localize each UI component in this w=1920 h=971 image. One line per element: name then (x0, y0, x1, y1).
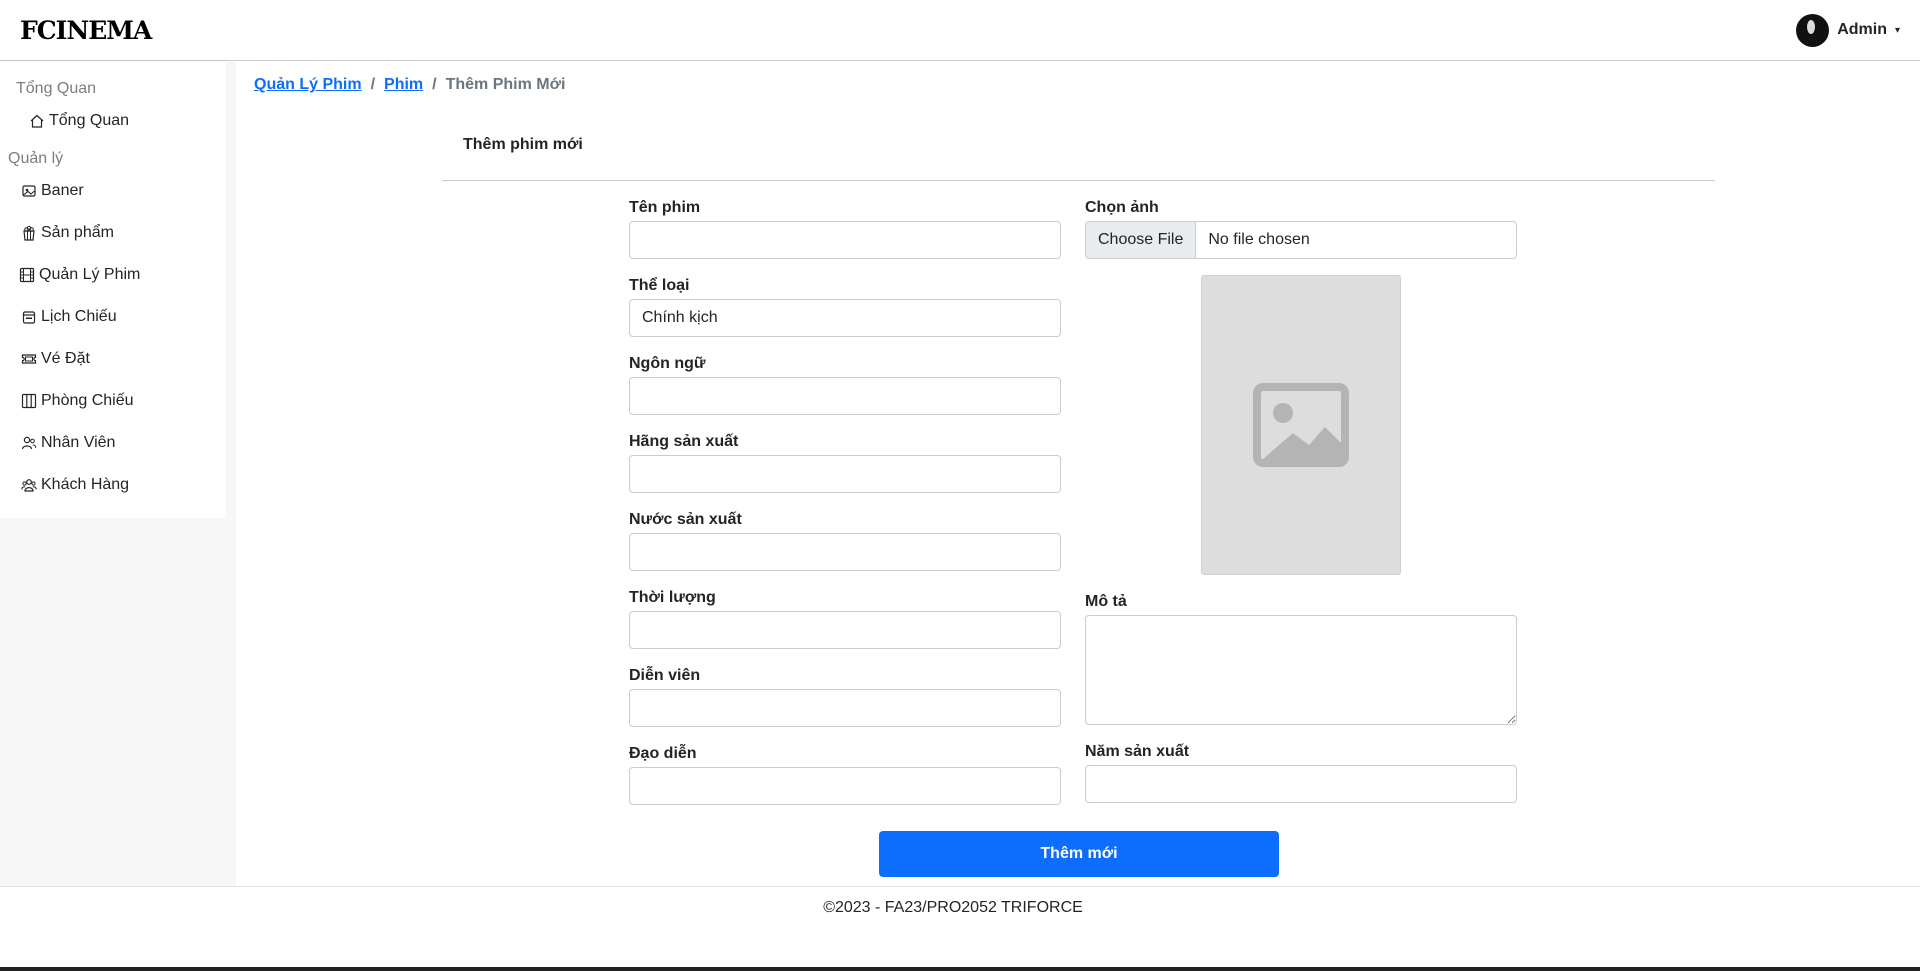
film-icon (19, 267, 35, 283)
add-new-button[interactable]: Thêm mới (879, 831, 1279, 877)
choose-file-button[interactable]: Choose File (1086, 222, 1197, 258)
label-genre: Thể loại (629, 277, 690, 294)
sidebar-item-label: Baner (41, 182, 84, 199)
brand-logo[interactable]: FCINEMA (20, 16, 152, 45)
year-input[interactable] (1085, 765, 1517, 803)
label-actors: Diễn viên (629, 667, 701, 684)
columns-icon (21, 393, 37, 409)
actors-input[interactable] (629, 689, 1061, 727)
label-language: Ngôn ngữ (629, 355, 706, 372)
label-choose-image: Chọn ảnh (1085, 199, 1159, 216)
user-menu[interactable]: Admin ▾ (1796, 13, 1900, 47)
label-studio: Hãng sản xuất (629, 433, 739, 450)
image-file-input[interactable]: Choose File No file chosen (1085, 221, 1517, 259)
breadcrumb-separator: / (432, 76, 437, 93)
content-gutter (226, 62, 236, 886)
image-preview (1201, 275, 1401, 575)
sidebar-item-schedule[interactable]: Lịch Chiếu (21, 308, 117, 326)
section-label-manage: Quản lý (8, 150, 64, 167)
footer-divider (0, 886, 1920, 887)
top-navbar: FCINEMA Admin ▾ (0, 0, 1920, 61)
sidebar-item-label: Khách Hàng (41, 476, 130, 493)
label-description: Mô tả (1085, 593, 1127, 610)
sidebar-item-movies[interactable]: Quản Lý Phim (19, 266, 140, 284)
sidebar-item-label: Quản Lý Phim (39, 266, 141, 283)
breadcrumb-link-movies[interactable]: Phim (384, 76, 423, 94)
label-movie-name: Tên phim (629, 199, 701, 216)
sidebar-item-staff[interactable]: Nhân Viên (21, 434, 115, 452)
card-divider (442, 180, 1715, 181)
sidebar: Tổng Quan Tổng Quan Quản lý Baner Sản ph… (0, 62, 226, 518)
section-label-overview: Tổng Quan (16, 80, 97, 97)
breadcrumb-current: Thêm Phim Mới (445, 76, 566, 93)
sidebar-item-label: Lịch Chiếu (41, 308, 117, 325)
label-country: Nước sản xuất (629, 511, 742, 528)
footer-text: ©2023 - FA23/PRO2052 TRIFORCE (823, 899, 1083, 916)
card-title: Thêm phim mới (463, 136, 583, 153)
language-input[interactable] (629, 377, 1061, 415)
calendar-icon (22, 311, 36, 324)
genre-input[interactable] (629, 299, 1061, 337)
sidebar-background (0, 518, 236, 886)
duration-input[interactable] (629, 611, 1061, 649)
people-icon (21, 436, 37, 450)
bottom-border (0, 967, 1920, 971)
label-year: Năm sản xuất (1085, 743, 1190, 760)
banner-icon (22, 185, 36, 197)
country-input[interactable] (629, 533, 1061, 571)
sidebar-item-label: Phòng Chiếu (41, 392, 134, 409)
breadcrumb-separator: / (370, 76, 376, 93)
customers-icon (21, 479, 37, 492)
sidebar-item-tickets[interactable]: Vé Đặt (21, 350, 90, 368)
sidebar-item-label: Vé Đặt (41, 350, 90, 367)
breadcrumb-link-movie-management[interactable]: Quản Lý Phim (254, 76, 362, 94)
breadcrumb: Quản Lý Phim / Phim / Thêm Phim Mới (254, 76, 565, 94)
description-textarea[interactable] (1085, 615, 1517, 725)
label-duration: Thời lượng (629, 589, 716, 606)
ticket-icon (21, 354, 37, 364)
sidebar-item-label: Nhân Viên (41, 434, 116, 451)
studio-input[interactable] (629, 455, 1061, 493)
image-placeholder-icon (1253, 383, 1349, 467)
sidebar-item-label: Sản phẩm (41, 224, 114, 241)
sidebar-item-banner[interactable]: Baner (21, 182, 84, 200)
house-icon (30, 114, 44, 128)
director-input[interactable] (629, 767, 1061, 805)
label-director: Đạo diễn (629, 745, 697, 762)
sidebar-item-overview[interactable]: Tổng Quan (29, 112, 129, 130)
sidebar-item-rooms[interactable]: Phòng Chiếu (21, 392, 134, 410)
caret-down-icon: ▾ (1894, 24, 1900, 36)
popcorn-icon (23, 225, 35, 241)
file-status: No file chosen (1208, 231, 1310, 248)
sidebar-item-label: Tổng Quan (49, 112, 130, 129)
sidebar-item-customers[interactable]: Khách Hàng (21, 476, 129, 494)
sidebar-item-products[interactable]: Sản phẩm (21, 224, 114, 242)
user-name: Admin (1837, 21, 1887, 38)
movie-name-input[interactable] (629, 221, 1061, 259)
avatar (1796, 13, 1830, 47)
